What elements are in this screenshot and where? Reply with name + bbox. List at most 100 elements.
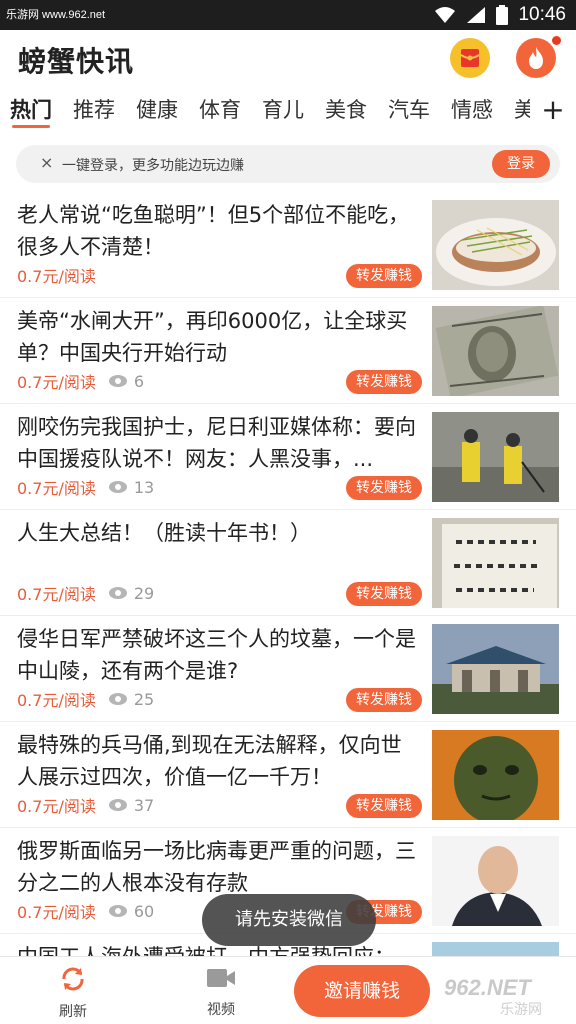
share-earn-button[interactable]: 转发赚钱 [346, 264, 422, 288]
hot-button[interactable] [516, 38, 556, 78]
share-earn-button[interactable]: 转发赚钱 [346, 476, 422, 500]
news-meta: 0.7元/阅读 60 [17, 900, 154, 923]
reward-text: 0.7元/阅读 [17, 373, 96, 392]
notification-dot [552, 36, 561, 45]
app-title: 螃蟹快讯 [18, 45, 135, 78]
news-item[interactable]: 人生大总结！（胜读十年书！） 0.7元/阅读 29 转发赚钱 [0, 510, 576, 616]
news-title: 俄罗斯面临另一场比病毒更严重的问题，三分之二的人根本没有存款 [17, 839, 416, 895]
bottom-nav: 刷新 视频 邀请赚钱 962.NET 乐游网 [0, 956, 576, 1024]
tab-auto[interactable]: 汽车 [388, 88, 430, 134]
view-count-value: 13 [133, 477, 155, 497]
site-watermark: 962.NET 乐游网 [440, 975, 570, 1019]
app-header: 螃蟹快讯 [0, 30, 576, 88]
view-count-value: 29 [133, 583, 155, 603]
view-count: 29 [108, 584, 154, 603]
video-label: 视频 [207, 1002, 235, 1018]
news-item[interactable]: 最特殊的兵马俑,到现在无法解释，仅向世人展示过四次，价值一亿一千万！ 0.7元/… [0, 722, 576, 828]
news-item[interactable]: 老人常说“吃鱼聪明”！但5个部位不能吃，很多人不清楚！ 0.7元/阅读 转发赚钱 [0, 192, 576, 298]
news-title: 最特殊的兵马俑,到现在无法解释，仅向世人展示过四次，价值一亿一千万！ [17, 733, 402, 789]
share-earn-button[interactable]: 转发赚钱 [346, 582, 422, 606]
tab-food[interactable]: 美食 [325, 88, 367, 134]
category-tabs: 热门 推荐 健康 体育 育儿 美食 汽车 情感美 + [0, 88, 576, 134]
watermark-sub-text: 乐游网 [500, 1002, 542, 1018]
news-title: 老人常说“吃鱼聪明”！但5个部位不能吃，很多人不清楚！ [17, 203, 410, 259]
tab-recommend[interactable]: 推荐 [73, 88, 115, 134]
news-item[interactable]: 刚咬伤完我国护士，尼日利亚媒体称：要向中国援疫队说不！网友：人黑没事，... 0… [0, 404, 576, 510]
eye-icon [108, 375, 127, 387]
share-earn-button[interactable]: 转发赚钱 [346, 688, 422, 712]
login-prompt-text: 一键登录，更多功能边玩边赚 [62, 158, 244, 174]
signal-icon [467, 7, 486, 23]
refresh-label: 刷新 [59, 1004, 87, 1020]
eye-icon [108, 905, 127, 917]
view-count: 6 [108, 372, 144, 391]
news-title: 侵华日军严禁破坏这三个人的坟墓，一个是中山陵，还有两个是谁? [17, 627, 416, 683]
status-bar: 乐游网 www.962.net 10:46 [0, 0, 576, 30]
view-count-value: 37 [133, 795, 155, 815]
toast-message: 请先安装微信 [202, 894, 376, 946]
view-count: 25 [108, 690, 154, 709]
news-item[interactable]: 侵华日军严禁破坏这三个人的坟墓，一个是中山陵，还有两个是谁? 0.7元/阅读 2… [0, 616, 576, 722]
refresh-tab[interactable]: 刷新 [38, 965, 108, 1020]
tab-health[interactable]: 健康 [136, 88, 178, 134]
news-title: 美帝“水闸大开”，再印6000亿，让全球买单？中国央行开始行动 [17, 309, 408, 365]
reward-text: 0.7元/阅读 [17, 479, 96, 498]
video-tab[interactable]: 视频 [186, 965, 256, 1019]
view-count-value: 6 [133, 371, 145, 391]
red-packet-icon [460, 49, 480, 67]
news-thumbnail-fish [432, 200, 559, 290]
news-thumbnail-workers [432, 412, 559, 502]
statusbar-time: 10:46 [518, 4, 566, 25]
news-meta: 0.7元/阅读 37 [17, 794, 154, 817]
news-meta: 0.7元/阅读 29 [17, 582, 154, 605]
news-thumbnail-mausoleum [432, 624, 559, 714]
news-thumbnail-calligraphy [432, 518, 559, 608]
news-thumbnail-sea [432, 942, 559, 956]
refresh-icon [62, 967, 84, 991]
reward-text: 0.7元/阅读 [17, 797, 96, 816]
share-earn-button[interactable]: 转发赚钱 [346, 794, 422, 818]
reward-text: 0.7元/阅读 [17, 903, 96, 922]
view-count: 13 [108, 478, 154, 497]
tab-hot[interactable]: 热门 [10, 88, 52, 134]
news-meta: 0.7元/阅读 [17, 264, 96, 286]
eye-icon [108, 693, 127, 705]
red-packet-button[interactable] [450, 38, 490, 78]
reward-text: 0.7元/阅读 [17, 691, 96, 710]
close-icon[interactable]: × [40, 153, 53, 172]
news-meta: 0.7元/阅读 13 [17, 476, 154, 499]
news-title: 人生大总结！（胜读十年书！） [17, 521, 311, 545]
tab-emotion[interactable]: 情感 [451, 88, 493, 134]
battery-icon [496, 5, 509, 25]
statusbar-icons: 10:46 [434, 3, 566, 27]
news-thumbnail-portrait [432, 836, 559, 926]
news-item[interactable]: 美帝“水闸大开”，再印6000亿，让全球买单？中国央行开始行动 0.7元/阅读 … [0, 298, 576, 404]
news-thumbnail-terracotta [432, 730, 559, 820]
login-banner: × 一键登录，更多功能边玩边赚 登录 [16, 145, 560, 183]
view-count-value: 60 [133, 901, 155, 921]
tab-parenting[interactable]: 育儿 [262, 88, 304, 134]
video-camera-icon [207, 969, 235, 987]
login-button[interactable]: 登录 [492, 150, 550, 178]
view-count: 37 [108, 796, 154, 815]
view-count: 60 [108, 902, 154, 921]
add-tab-button[interactable]: + [540, 96, 566, 126]
view-count-value: 25 [133, 689, 155, 709]
news-title: 刚咬伤完我国护士，尼日利亚媒体称：要向中国援疫队说不！网友：人黑没事，... [17, 415, 416, 471]
news-thumbnail-dollar [432, 306, 559, 396]
eye-icon [108, 799, 127, 811]
fire-icon [529, 47, 543, 69]
wifi-icon [435, 7, 456, 23]
tab-row: 热门 推荐 健康 体育 育儿 美食 汽车 情感美 [10, 88, 530, 134]
tab-more-partial[interactable]: 美 [514, 88, 530, 134]
watermark-logo-text: 962.NET [444, 975, 531, 1000]
news-meta: 0.7元/阅读 25 [17, 688, 154, 711]
eye-icon [108, 481, 127, 493]
reward-text: 0.7元/阅读 [17, 585, 96, 604]
tab-sports[interactable]: 体育 [199, 88, 241, 134]
invite-earn-button[interactable]: 邀请赚钱 [294, 965, 430, 1017]
news-feed: 老人常说“吃鱼聪明”！但5个部位不能吃，很多人不清楚！ 0.7元/阅读 转发赚钱… [0, 192, 576, 956]
eye-icon [108, 587, 127, 599]
news-meta: 0.7元/阅读 6 [17, 370, 144, 393]
share-earn-button[interactable]: 转发赚钱 [346, 370, 422, 394]
